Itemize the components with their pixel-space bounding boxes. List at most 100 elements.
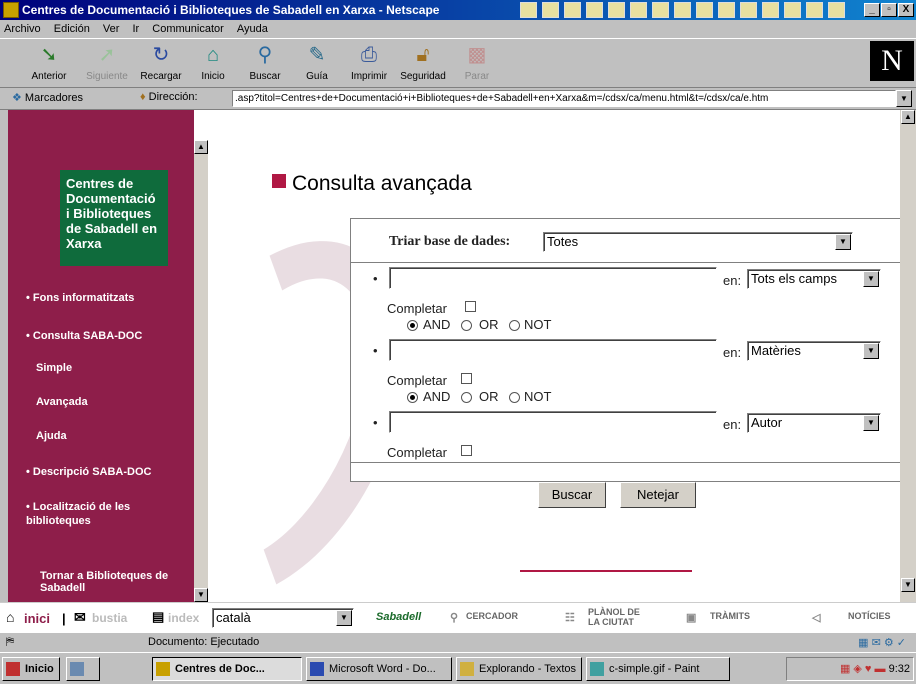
planol-link[interactable]: PLÀNOL DE LA CIUTAT (588, 607, 648, 627)
taskbar-item-explorer[interactable]: Explorando - Textos (456, 657, 582, 681)
noticies-link[interactable]: NOTÍCIES (848, 611, 891, 621)
home-label: Inicio (201, 71, 225, 82)
system-tray: ▦ ◈ ♥ ▬ 9:32 (786, 657, 914, 681)
sidebar-link-simple[interactable]: Simple (36, 362, 72, 374)
status-tray-icons: ▦ ✉ ⚙ ✓ (858, 637, 906, 649)
en-label: en: (723, 273, 742, 288)
forward-button[interactable]: ➚ Siguiente (80, 41, 134, 85)
home-icon: ⌂ (206, 44, 220, 66)
scroll-down-button[interactable]: ▼ (194, 588, 208, 602)
operator-radio-not-2[interactable] (509, 392, 520, 403)
field-select-2-value: Matèries (751, 343, 801, 358)
index-link[interactable]: index (168, 611, 199, 625)
search-term-input-3[interactable] (389, 411, 717, 433)
tray-icons: ▦ ◈ ♥ ▬ (839, 663, 889, 675)
site-title-box[interactable]: Centres de Documentació i Biblioteques d… (60, 170, 168, 266)
sidebar-link-localitzacio[interactable]: • Localització de les biblioteques (26, 500, 176, 528)
search-term-input-2[interactable] (389, 339, 717, 361)
menu-ayuda[interactable]: Ayuda (237, 20, 268, 38)
menu-archivo[interactable]: Archivo (4, 20, 41, 38)
operator-radio-or-2[interactable] (461, 392, 472, 403)
security-status-icon: ⛿ (6, 636, 14, 648)
chevron-down-icon: ▼ (863, 415, 879, 431)
scroll-up-button[interactable]: ▲ (194, 140, 208, 154)
taskbar-item-paint[interactable]: c-simple.gif - Paint (586, 657, 730, 681)
bookmarks-button[interactable]: ❖ Marcadores (12, 91, 83, 104)
back-label: Anterior (31, 71, 67, 82)
close-button[interactable]: X (898, 3, 914, 17)
menu-edicion[interactable]: Edición (54, 20, 90, 38)
sidebar-link-descripcio[interactable]: • Descripció SABA-DOC (26, 466, 152, 478)
sabadell-logo-link[interactable]: Sabadell (376, 611, 421, 623)
complete-checkbox-2[interactable] (461, 373, 472, 384)
field-select-2[interactable]: Matèries ▼ (747, 341, 881, 361)
sidebar-link-fons[interactable]: • Fons informatitzats (26, 292, 134, 304)
guide-button[interactable]: ✎ Guía (290, 41, 344, 85)
map-icon: ☷ (565, 612, 575, 624)
complete-checkbox-3[interactable] (461, 445, 472, 456)
separator: | (62, 611, 66, 626)
menu-communicator[interactable]: Communicator (152, 20, 224, 38)
security-button[interactable]: 🔓︎ Seguridad (396, 41, 450, 85)
cercador-link[interactable]: CERCADOR (466, 611, 518, 621)
reload-icon: ↻ (152, 44, 170, 66)
language-select[interactable]: català ▼ (212, 608, 354, 628)
operator-radio-and-2[interactable] (407, 392, 418, 403)
start-label: Inicio (25, 663, 54, 675)
home-button[interactable]: ⌂ Inicio (186, 41, 240, 85)
inici-link[interactable]: inici (24, 611, 50, 626)
forward-arrow-icon: ➚ (98, 44, 116, 66)
tramits-link[interactable]: TRÀMITS (710, 611, 750, 621)
taskbar-item-word[interactable]: Microsoft Word - Do... (306, 657, 452, 681)
complete-checkbox-1[interactable] (465, 301, 476, 312)
address-label: Dirección: (148, 91, 198, 103)
back-button[interactable]: ➘ Anterior (22, 41, 76, 85)
menu-ir[interactable]: Ir (132, 20, 139, 38)
operator-radio-not-1[interactable] (509, 320, 520, 331)
address-input[interactable]: .asp?titol=Centres+de+Documentació+i+Bib… (232, 90, 896, 107)
folder-icon (460, 662, 474, 676)
taskbar-item-label: c-simple.gif - Paint (609, 663, 700, 675)
reload-button[interactable]: ↻ Recargar (134, 41, 188, 85)
start-button[interactable]: Inicio (2, 657, 60, 681)
bustia-link[interactable]: bustia (92, 611, 127, 625)
field-select-3[interactable]: Autor ▼ (747, 413, 881, 433)
stop-button[interactable]: ▩ Parar (450, 41, 504, 85)
search-button[interactable]: ⚲ Buscar (238, 41, 292, 85)
window-title: Centres de Documentació i Biblioteques d… (22, 3, 440, 17)
minimize-button[interactable]: _ (864, 3, 880, 17)
database-select[interactable]: Totes ▼ (543, 232, 853, 252)
netscape-logo[interactable]: N (870, 41, 914, 81)
search-icon: ⚲ (257, 44, 273, 66)
scroll-down-button[interactable]: ▼ (901, 578, 915, 592)
print-label: Imprimir (350, 71, 388, 82)
chevron-down-icon: ▼ (863, 271, 879, 287)
scroll-up-button[interactable]: ▲ (901, 110, 915, 124)
menu-ver[interactable]: Ver (103, 20, 120, 38)
title-bullet-square (272, 174, 286, 188)
taskbar-item-netscape[interactable]: Centres de Doc... (152, 657, 302, 681)
search-submit-button[interactable]: Buscar (538, 482, 606, 508)
quicklaunch-button[interactable] (66, 657, 100, 681)
sidebar-scrollbar[interactable]: ▲ ▼ (194, 140, 208, 602)
form-divider (351, 462, 909, 463)
sidebar-link-ajuda[interactable]: Ajuda (36, 430, 67, 442)
word-icon (310, 662, 324, 676)
taskbar-tray-icon (608, 2, 625, 18)
field-select-1[interactable]: Tots els camps ▼ (747, 269, 881, 289)
address-dropdown-button[interactable]: ▼ (896, 90, 912, 107)
operator-label-or: OR (479, 389, 499, 404)
window-titlebar[interactable]: Centres de Documentació i Biblioteques d… (0, 0, 916, 20)
sidebar-link-avancada[interactable]: Avançada (36, 396, 88, 408)
clear-button[interactable]: Netejar (620, 482, 696, 508)
operator-radio-or-1[interactable] (461, 320, 472, 331)
main-scrollbar[interactable]: ▲ ▼ (900, 110, 916, 602)
restore-button[interactable]: ▫ (881, 3, 897, 17)
print-button[interactable]: ⎙ Imprimir (342, 41, 396, 85)
sidebar-link-tornar[interactable]: Tornar a Biblioteques de Sabadell (40, 570, 190, 594)
operator-radio-and-1[interactable] (407, 320, 418, 331)
taskbar-tray-icon (784, 2, 801, 18)
search-term-input-1[interactable] (389, 267, 717, 289)
sidebar-header (8, 110, 194, 140)
sidebar-link-consulta[interactable]: • Consulta SABA-DOC (26, 330, 142, 342)
